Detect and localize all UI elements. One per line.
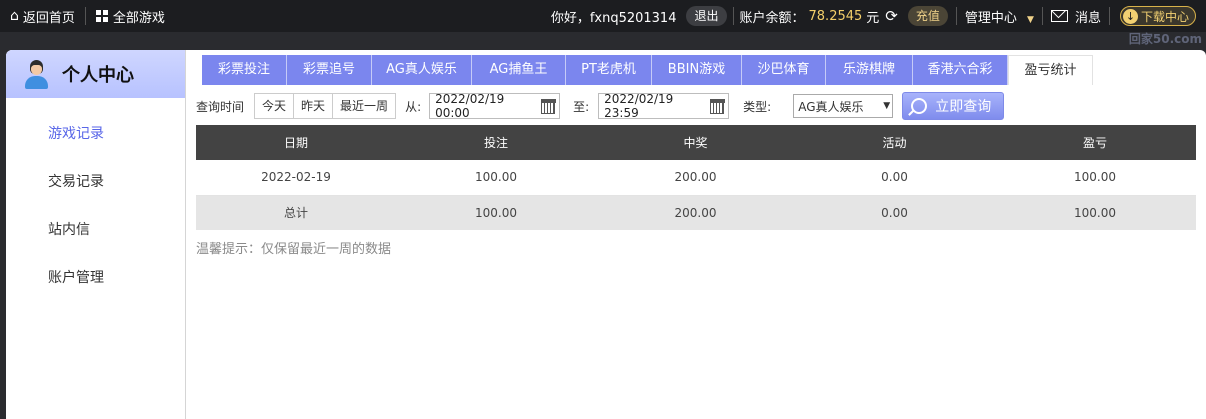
divider — [955, 7, 957, 25]
table-row: 2022-02-19 100.00 200.00 0.00 100.00 — [196, 160, 1196, 196]
grid-icon — [95, 10, 108, 22]
to-label: 至: — [573, 99, 590, 114]
calendar-icon[interactable] — [710, 98, 726, 114]
home-label: 返回首页 — [22, 10, 75, 26]
to-date-input[interactable]: 2022/02/19 23:59 — [598, 92, 730, 120]
sidebar: 个人中心 游戏记录 交易记录 站内信 账户管理 — [6, 50, 186, 419]
divider — [732, 7, 734, 25]
recharge-button[interactable]: 充值 — [907, 6, 948, 26]
logout-button[interactable]: 退出 — [686, 6, 727, 26]
sidebar-item-game-records[interactable]: 游戏记录 — [6, 110, 185, 158]
type-select-value: AG真人娱乐 — [798, 99, 864, 114]
tab-leyou-chess[interactable]: 乐游棋牌 — [826, 55, 913, 85]
mail-icon — [1050, 10, 1068, 22]
refresh-icon[interactable]: ⟳ — [885, 7, 898, 25]
last-week-button[interactable]: 最近一周 — [333, 94, 396, 118]
from-date-value: 2022/02/19 00:00 — [435, 92, 505, 120]
tab-ag-fishing[interactable]: AG捕鱼王 — [472, 55, 566, 85]
data-retention-tip: 温馨提示：仅保留最近一周的数据 — [196, 242, 392, 257]
cell-win: 200.00 — [596, 160, 795, 196]
tab-lottery-chase[interactable]: 彩票追号 — [287, 55, 372, 85]
sidebar-item-transaction-records[interactable]: 交易记录 — [6, 158, 185, 206]
home-link[interactable]: ⌂ 返回首页 — [0, 0, 85, 32]
table-total-row: 总计 100.00 200.00 0.00 100.00 — [196, 195, 1196, 230]
tab-ag-live[interactable]: AG真人娱乐 — [372, 55, 472, 85]
query-button[interactable]: 立即查询 — [902, 92, 1005, 120]
col-profit: 盈亏 — [994, 125, 1196, 160]
col-win: 中奖 — [596, 125, 795, 160]
profit-loss-table: 日期 投注 中奖 活动 盈亏 2022-02-19 100.00 200.00 … — [196, 125, 1196, 230]
user-avatar-icon — [22, 59, 50, 89]
cell-bet: 100.00 — [396, 160, 596, 196]
cell-activity: 0.00 — [795, 160, 994, 196]
all-games-label: 全部游戏 — [112, 10, 165, 26]
all-games-link[interactable]: 全部游戏 — [86, 0, 175, 32]
total-label: 总计 — [196, 195, 396, 230]
search-icon — [911, 98, 928, 114]
game-tabs: 彩票投注 彩票追号 AG真人娱乐 AG捕鱼王 PT老虎机 BBIN游戏 沙巴体育… — [202, 55, 1093, 85]
balance-unit: 元 — [866, 10, 880, 26]
divider — [1108, 7, 1110, 25]
tab-lottery-bet[interactable]: 彩票投注 — [202, 55, 287, 85]
download-icon: ↓ — [1122, 8, 1138, 24]
calendar-icon[interactable] — [541, 98, 557, 114]
query-button-label: 立即查询 — [935, 99, 992, 115]
watermark: 回家50.com — [1128, 32, 1202, 46]
from-label: 从: — [405, 99, 422, 114]
total-profit: 100.00 — [994, 195, 1196, 230]
tab-profit-loss[interactable]: 盈亏统计 — [1008, 55, 1093, 85]
caret-down-icon: ▼ — [1027, 14, 1034, 25]
tab-pt-slots[interactable]: PT老虎机 — [566, 55, 652, 85]
messages-label: 消息 — [1074, 10, 1101, 26]
tab-saba-sports[interactable]: 沙巴体育 — [742, 55, 826, 85]
balance-value: 78.2545 — [808, 8, 863, 24]
type-select[interactable]: AG真人娱乐 ▼ — [793, 94, 894, 118]
sidebar-item-account-management[interactable]: 账户管理 — [6, 254, 185, 302]
greeting-text: 你好，fxnq5201314 — [550, 10, 677, 26]
messages-link[interactable]: 消息 — [1050, 7, 1101, 26]
quick-range-group: 今天 昨天 最近一周 — [254, 93, 397, 119]
from-date-input[interactable]: 2022/02/19 00:00 — [429, 92, 561, 120]
tab-hk-mark-six[interactable]: 香港六合彩 — [913, 55, 1008, 85]
table-header-row: 日期 投注 中奖 活动 盈亏 — [196, 125, 1196, 160]
col-activity: 活动 — [795, 125, 994, 160]
query-time-label: 查询时间 — [196, 99, 245, 114]
total-activity: 0.00 — [795, 195, 994, 230]
divider — [1041, 7, 1043, 25]
chevron-down-icon: ▼ — [883, 101, 891, 111]
download-center-button[interactable]: ↓ 下载中心 — [1119, 6, 1196, 26]
cell-profit: 100.00 — [994, 160, 1196, 196]
to-date-value: 2022/02/19 23:59 — [604, 92, 674, 120]
total-win: 200.00 — [596, 195, 795, 230]
content-area: 彩票投注 彩票追号 AG真人娱乐 AG捕鱼王 PT老虎机 BBIN游戏 沙巴体育… — [196, 50, 1200, 419]
main-panel: 个人中心 游戏记录 交易记录 站内信 账户管理 彩票投注 彩票追号 AG真人娱乐… — [6, 50, 1206, 419]
col-date: 日期 — [196, 125, 396, 160]
sidebar-menu: 游戏记录 交易记录 站内信 账户管理 — [6, 98, 185, 302]
tab-bbin-games[interactable]: BBIN游戏 — [652, 55, 742, 85]
home-icon: ⌂ — [10, 8, 19, 24]
manage-center-label: 管理中心 — [964, 10, 1017, 26]
yesterday-button[interactable]: 昨天 — [294, 94, 334, 118]
col-bet: 投注 — [396, 125, 596, 160]
type-label: 类型: — [743, 99, 772, 114]
sidebar-title: 个人中心 — [62, 65, 134, 86]
today-button[interactable]: 今天 — [255, 94, 295, 118]
cell-date: 2022-02-19 — [196, 160, 396, 196]
balance-label: 账户余额： — [739, 10, 805, 26]
sidebar-item-inbox[interactable]: 站内信 — [6, 206, 185, 254]
top-bar: ⌂ 返回首页 全部游戏 你好，fxnq5201314 退出 账户余额： 78.2… — [0, 0, 1206, 32]
total-bet: 100.00 — [396, 195, 596, 230]
sidebar-header: 个人中心 — [6, 50, 185, 98]
manage-center-menu[interactable]: 管理中心 ▼ — [965, 7, 1034, 26]
download-label: 下载中心 — [1140, 9, 1189, 24]
filter-bar: 查询时间 今天 昨天 最近一周 从: 2022/02/19 00:00 至: 2… — [196, 92, 1200, 120]
